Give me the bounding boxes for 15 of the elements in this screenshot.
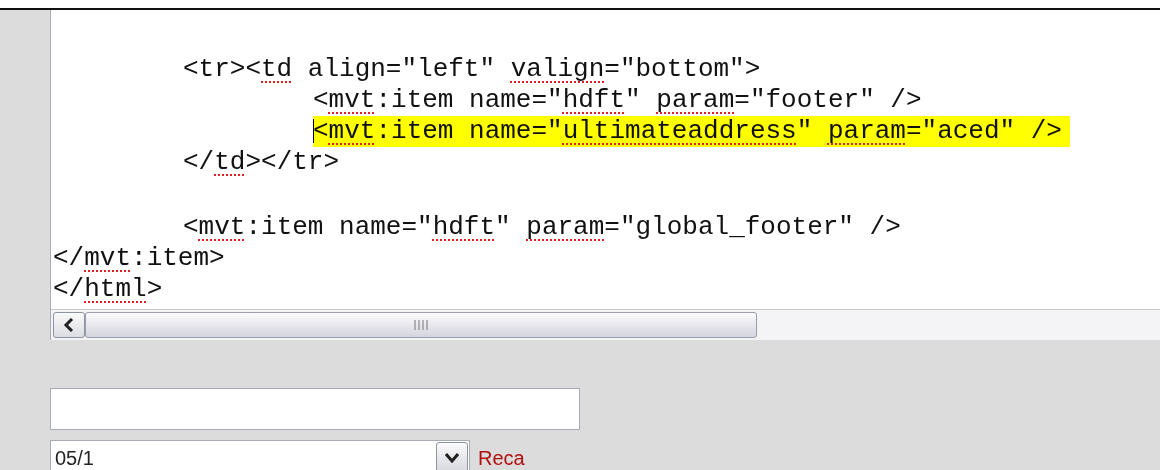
scroll-left-button[interactable] (53, 312, 85, 338)
grip-icon (414, 320, 428, 330)
chevron-down-icon (445, 453, 459, 463)
chevron-left-icon (63, 318, 75, 332)
recall-link[interactable]: Reca (478, 446, 525, 470)
code-line: <tr><td align="left" valign="bottom"> (183, 54, 762, 85)
code-line: </html> (53, 274, 164, 305)
code-line: </td></tr> (183, 147, 341, 178)
code-editor[interactable] (50, 10, 1160, 340)
text-field[interactable] (50, 388, 580, 430)
code-line: </mvt:item> (53, 243, 226, 274)
code-line: <mvt:item name="hdft" param="global_footer" /> (183, 212, 902, 243)
scrollbar-thumb[interactable] (85, 312, 757, 338)
code-line: <mvt:item name="hdft" param="footer" /> (313, 85, 923, 116)
date-dropdown[interactable]: 05/1 (50, 440, 470, 470)
